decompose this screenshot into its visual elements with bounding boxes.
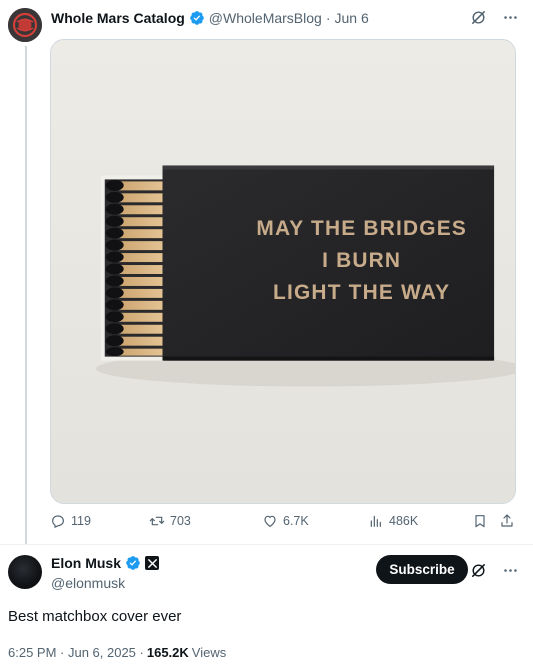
reply-button[interactable]: 119 xyxy=(50,513,91,529)
cover-line-1: MAY THE BRIDGES xyxy=(256,217,467,240)
cover-line-2: I BURN xyxy=(322,249,401,272)
author-name[interactable]: Elon Musk xyxy=(51,555,121,571)
like-button[interactable]: 6.7K xyxy=(262,513,309,529)
like-count: 6.7K xyxy=(283,514,309,528)
grok-icon[interactable] xyxy=(469,8,487,26)
cover-line-3: LIGHT THE WAY xyxy=(273,281,450,304)
more-icon[interactable] xyxy=(501,8,519,26)
main-post-author: Elon Musk xyxy=(51,555,160,571)
parent-post-header: Whole Mars Catalog @WholeMarsBlog · Jun … xyxy=(51,8,369,28)
post-meta: 6:25 PM · Jun 6, 2025 · 165.2K Views xyxy=(8,645,226,660)
views-icon xyxy=(370,515,381,527)
post-image[interactable]: MAY THE BRIDGES I BURN LIGHT THE WAY xyxy=(50,39,516,504)
post-timestamp[interactable]: 6:25 PM · Jun 6, 2025 · xyxy=(8,645,144,660)
parent-post: Whole Mars Catalog @WholeMarsBlog · Jun … xyxy=(0,0,533,544)
reply-icon xyxy=(52,515,64,528)
whole-mars-logo-icon xyxy=(8,8,42,42)
share-button[interactable] xyxy=(499,513,515,529)
author-handle[interactable]: @WholeMarsBlog xyxy=(209,10,322,26)
parent-post-top-actions xyxy=(469,8,519,26)
verified-badge-icon[interactable] xyxy=(189,10,205,26)
avatar[interactable] xyxy=(8,8,42,42)
engagement-bar: 119 703 6.7K 486K xyxy=(50,513,520,535)
views-count: 165.2K xyxy=(146,645,189,660)
x-affiliate-badge-icon[interactable] xyxy=(145,556,160,570)
post-divider xyxy=(0,544,533,545)
repost-icon xyxy=(149,516,165,526)
bookmark-button[interactable] xyxy=(472,513,488,529)
subscribe-button[interactable]: Subscribe xyxy=(376,555,468,584)
post-date[interactable]: Jun 6 xyxy=(335,10,369,26)
bookmark-icon xyxy=(475,515,485,528)
author-handle[interactable]: @elonmusk xyxy=(51,575,125,591)
main-post-top-actions xyxy=(469,561,519,579)
verified-badge-icon[interactable] xyxy=(125,555,141,571)
heart-icon xyxy=(264,515,276,527)
post-text: Best matchbox cover ever xyxy=(8,608,182,625)
more-icon[interactable] xyxy=(501,561,519,579)
separator-dot: · xyxy=(325,10,331,26)
author-name[interactable]: Whole Mars Catalog xyxy=(51,10,185,26)
views-button[interactable]: 486K xyxy=(368,513,418,529)
repost-count: 703 xyxy=(170,514,191,528)
avatar[interactable] xyxy=(8,555,42,589)
reply-count: 119 xyxy=(71,514,91,528)
match-sticks xyxy=(105,179,163,357)
views-count: 486K xyxy=(389,514,419,528)
repost-button[interactable]: 703 xyxy=(149,513,191,529)
share-icon xyxy=(501,514,513,527)
views-label: Views xyxy=(191,645,227,660)
grok-icon[interactable] xyxy=(469,561,487,579)
